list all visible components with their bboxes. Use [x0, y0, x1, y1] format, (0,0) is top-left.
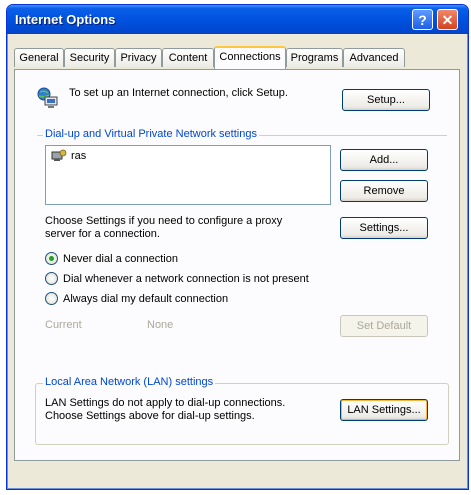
dialup-connection-icon	[51, 149, 67, 163]
current-value: None	[147, 319, 174, 331]
current-label: Current	[45, 319, 82, 331]
window-title: Internet Options	[15, 12, 116, 27]
dialup-group-label: Dial-up and Virtual Private Network sett…	[43, 128, 259, 140]
tab-programs[interactable]: Programs	[286, 48, 343, 67]
lan-settings-button[interactable]: LAN Settings...	[340, 399, 428, 421]
close-icon[interactable]: ✕	[437, 9, 458, 30]
setup-button[interactable]: Setup...	[342, 89, 430, 111]
radio-button[interactable]	[45, 272, 58, 285]
tab-advanced[interactable]: Advanced	[343, 48, 405, 67]
remove-button[interactable]: Remove	[340, 180, 428, 202]
lan-description: LAN Settings do not apply to dial-up con…	[45, 397, 286, 422]
radio-label: Always dial my default connection	[63, 293, 229, 305]
network-computer-icon	[37, 87, 59, 109]
radio-dial-when-no-network[interactable]: Dial whenever a network connection is no…	[45, 271, 365, 287]
list-item-label: ras	[71, 150, 87, 162]
radio-never-dial[interactable]: Never dial a connection	[45, 251, 345, 267]
tab-privacy[interactable]: Privacy	[115, 48, 162, 67]
tab-general[interactable]: General	[14, 48, 64, 67]
help-icon[interactable]: ?	[412, 9, 433, 30]
set-default-button[interactable]: Set Default	[340, 315, 428, 337]
proxy-description: Choose Settings if you need to configure…	[45, 215, 283, 240]
radio-label: Never dial a connection	[63, 253, 178, 265]
connections-listbox[interactable]: ras	[45, 145, 331, 205]
settings-button[interactable]: Settings...	[340, 217, 428, 239]
tab-content[interactable]: Content	[162, 48, 214, 67]
radio-always-dial[interactable]: Always dial my default connection	[45, 291, 345, 307]
tab-security[interactable]: Security	[64, 48, 115, 67]
add-button[interactable]: Add...	[340, 149, 428, 171]
lan-group-label: Local Area Network (LAN) settings	[43, 376, 216, 388]
radio-label: Dial whenever a network connection is no…	[63, 273, 309, 285]
radio-button[interactable]	[45, 292, 58, 305]
title-bar[interactable]: Internet Options ? ✕	[7, 5, 468, 34]
setup-description: To set up an Internet connection, click …	[69, 87, 288, 99]
internet-options-dialog: Internet Options ? ✕ General Security Pr…	[6, 4, 469, 490]
radio-selected-dot	[49, 256, 54, 261]
radio-button[interactable]	[45, 252, 58, 265]
tab-connections[interactable]: Connections	[214, 46, 286, 69]
